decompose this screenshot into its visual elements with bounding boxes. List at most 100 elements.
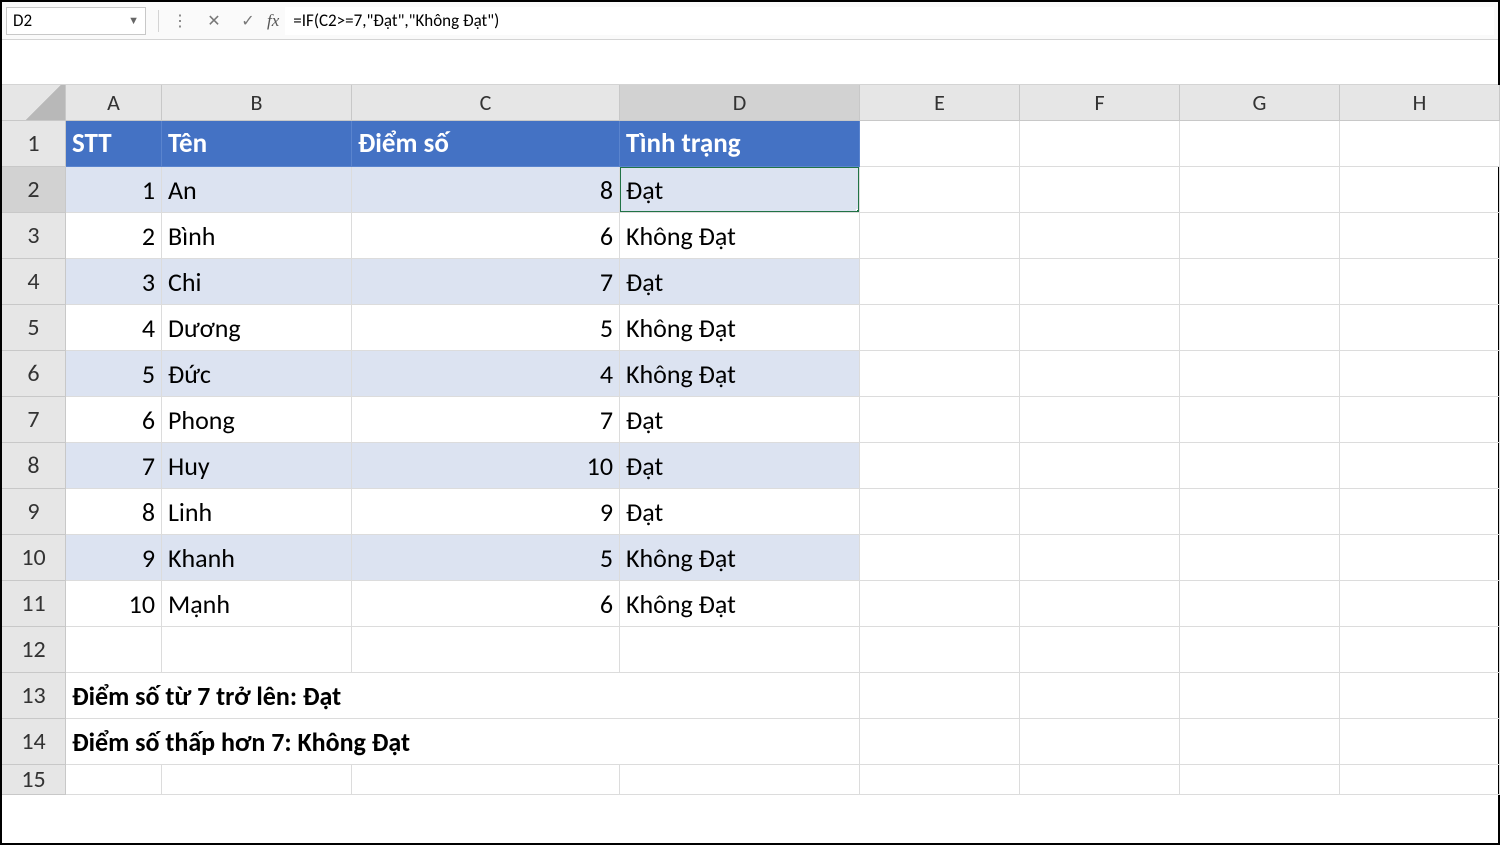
row-head-5[interactable]: 5	[2, 305, 66, 351]
col-head-e[interactable]: E	[860, 85, 1020, 121]
cell-f13[interactable]	[1020, 673, 1180, 719]
cell-f7[interactable]	[1020, 397, 1180, 443]
row-head-12[interactable]: 12	[2, 627, 66, 673]
cell-e1[interactable]	[860, 121, 1020, 167]
cell-c10[interactable]: 5	[352, 535, 620, 581]
cell-g6[interactable]	[1180, 351, 1340, 397]
cell-b2[interactable]: An	[162, 167, 352, 213]
expand-icon[interactable]: ⋮	[165, 7, 195, 35]
cell-c5[interactable]: 5	[352, 305, 620, 351]
cell-c4[interactable]: 7	[352, 259, 620, 305]
name-box[interactable]: D2 ▼	[6, 7, 146, 35]
note-line-1[interactable]: Điểm số từ 7 trở lên: Đạt	[66, 673, 860, 719]
col-head-b[interactable]: B	[162, 85, 352, 121]
cell-a4[interactable]: 3	[66, 259, 162, 305]
header-ten[interactable]: Tên	[162, 121, 352, 167]
enter-icon[interactable]: ✓	[233, 7, 263, 35]
cell-c15[interactable]	[352, 765, 620, 795]
cell-h8[interactable]	[1340, 443, 1500, 489]
cell-f1[interactable]	[1020, 121, 1180, 167]
header-diem[interactable]: Điểm số	[352, 121, 620, 167]
cell-c3[interactable]: 6	[352, 213, 620, 259]
cell-h3[interactable]	[1340, 213, 1500, 259]
cell-f9[interactable]	[1020, 489, 1180, 535]
row-head-2[interactable]: 2	[2, 167, 66, 213]
cell-d8[interactable]: Đạt	[620, 443, 860, 489]
cell-a5[interactable]: 4	[66, 305, 162, 351]
cell-h15[interactable]	[1340, 765, 1500, 795]
cell-e14[interactable]	[860, 719, 1020, 765]
cell-h9[interactable]	[1340, 489, 1500, 535]
cell-c9[interactable]: 9	[352, 489, 620, 535]
cell-g4[interactable]	[1180, 259, 1340, 305]
col-head-h[interactable]: H	[1340, 85, 1500, 121]
cell-g11[interactable]	[1180, 581, 1340, 627]
cell-e7[interactable]	[860, 397, 1020, 443]
cell-a11[interactable]: 10	[66, 581, 162, 627]
cell-g15[interactable]	[1180, 765, 1340, 795]
cell-a15[interactable]	[66, 765, 162, 795]
cell-h4[interactable]	[1340, 259, 1500, 305]
cell-h10[interactable]	[1340, 535, 1500, 581]
col-head-d[interactable]: D	[620, 85, 860, 121]
row-head-1[interactable]: 1	[2, 121, 66, 167]
cell-f5[interactable]	[1020, 305, 1180, 351]
row-head-11[interactable]: 11	[2, 581, 66, 627]
cell-b12[interactable]	[162, 627, 352, 673]
cell-b4[interactable]: Chi	[162, 259, 352, 305]
fill-handle[interactable]	[856, 209, 860, 213]
cell-f3[interactable]	[1020, 213, 1180, 259]
fx-label[interactable]: fx	[267, 11, 279, 31]
cell-b11[interactable]: Mạnh	[162, 581, 352, 627]
cell-g3[interactable]	[1180, 213, 1340, 259]
name-box-dropdown-icon[interactable]: ▼	[128, 14, 139, 27]
formula-input[interactable]	[285, 7, 1494, 35]
header-tinh-trang[interactable]: Tình trạng	[620, 121, 860, 167]
cell-f6[interactable]	[1020, 351, 1180, 397]
cell-f10[interactable]	[1020, 535, 1180, 581]
row-head-15[interactable]: 15	[2, 765, 66, 795]
cell-e3[interactable]	[860, 213, 1020, 259]
cell-g14[interactable]	[1180, 719, 1340, 765]
cell-b15[interactable]	[162, 765, 352, 795]
cell-f8[interactable]	[1020, 443, 1180, 489]
cell-a3[interactable]: 2	[66, 213, 162, 259]
cell-b10[interactable]: Khanh	[162, 535, 352, 581]
cell-e10[interactable]	[860, 535, 1020, 581]
cell-e4[interactable]	[860, 259, 1020, 305]
cell-b7[interactable]: Phong	[162, 397, 352, 443]
cell-a8[interactable]: 7	[66, 443, 162, 489]
cell-d4[interactable]: Đạt	[620, 259, 860, 305]
cell-h11[interactable]	[1340, 581, 1500, 627]
cell-b3[interactable]: Bình	[162, 213, 352, 259]
cell-d12[interactable]	[620, 627, 860, 673]
cell-f15[interactable]	[1020, 765, 1180, 795]
note-line-2[interactable]: Điểm số thấp hơn 7: Không Đạt	[66, 719, 860, 765]
cell-c7[interactable]: 7	[352, 397, 620, 443]
cell-e6[interactable]	[860, 351, 1020, 397]
cell-e5[interactable]	[860, 305, 1020, 351]
cell-h13[interactable]	[1340, 673, 1500, 719]
cell-f4[interactable]	[1020, 259, 1180, 305]
cell-g9[interactable]	[1180, 489, 1340, 535]
cell-c8[interactable]: 10	[352, 443, 620, 489]
cell-c6[interactable]: 4	[352, 351, 620, 397]
cell-d5[interactable]: Không Đạt	[620, 305, 860, 351]
cell-c12[interactable]	[352, 627, 620, 673]
cell-d9[interactable]: Đạt	[620, 489, 860, 535]
col-head-f[interactable]: F	[1020, 85, 1180, 121]
cell-d15[interactable]	[620, 765, 860, 795]
cell-e11[interactable]	[860, 581, 1020, 627]
cell-h6[interactable]	[1340, 351, 1500, 397]
col-head-g[interactable]: G	[1180, 85, 1340, 121]
cell-e2[interactable]	[860, 167, 1020, 213]
cell-g13[interactable]	[1180, 673, 1340, 719]
col-head-c[interactable]: C	[352, 85, 620, 121]
cell-g5[interactable]	[1180, 305, 1340, 351]
row-head-14[interactable]: 14	[2, 719, 66, 765]
row-head-9[interactable]: 9	[2, 489, 66, 535]
cell-a10[interactable]: 9	[66, 535, 162, 581]
cell-h7[interactable]	[1340, 397, 1500, 443]
cell-e8[interactable]	[860, 443, 1020, 489]
cell-h2[interactable]	[1340, 167, 1500, 213]
